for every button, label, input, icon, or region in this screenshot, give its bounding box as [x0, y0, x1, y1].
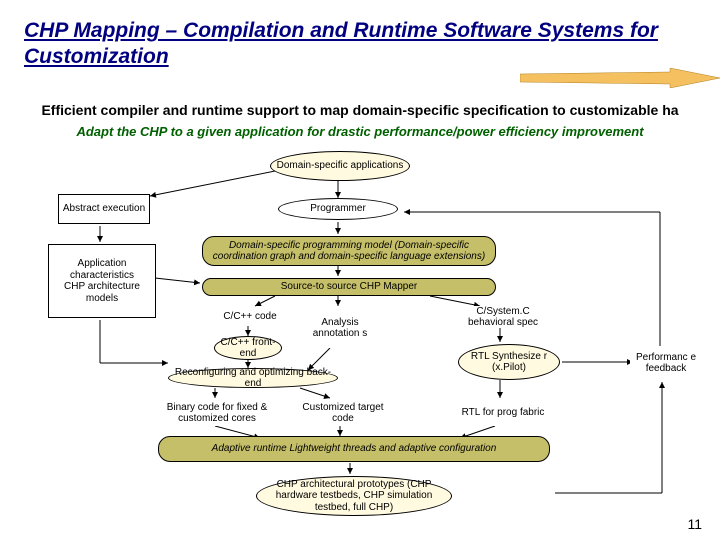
node-perf-feedback: Performanc e feedback: [630, 346, 702, 380]
node-custom-target: Customized target code: [300, 400, 386, 426]
node-app-char: Application characteristics CHP architec…: [48, 244, 156, 318]
node-rtl-prog: RTL for prog fabric: [458, 400, 548, 426]
node-behavioral: C/System.C behavioral spec: [452, 306, 554, 328]
node-abstract-exec: Abstract execution: [58, 194, 150, 224]
node-cc-frontend: C/C++ front-end: [214, 336, 282, 360]
node-analysis: Analysis annotation s: [308, 308, 372, 348]
node-binary: Binary code for fixed & customized cores: [152, 400, 282, 426]
node-prog-model: Domain-specific programming model (Domai…: [202, 236, 496, 266]
node-cc-code: C/C++ code: [210, 308, 290, 326]
node-chp-mapper: Source-to source CHP Mapper: [202, 278, 496, 296]
node-rtl-synth: RTL Synthesize r (x.Pilot): [458, 344, 560, 380]
node-programmer: Programmer: [278, 198, 398, 220]
node-prototypes: CHP architectural prototypes (CHP hardwa…: [256, 476, 452, 516]
node-backend: Reconfiguring and optimizing back-end: [168, 368, 338, 388]
decorative-arrow: [520, 68, 720, 88]
node-domain-apps: Domain-specific applications: [270, 151, 410, 181]
page-number: 11: [687, 516, 702, 532]
page-title: CHP Mapping – Compilation and Runtime So…: [0, 0, 720, 71]
subtitle-2: Adapt the CHP to a given application for…: [0, 124, 720, 139]
node-runtime: Adaptive runtime Lightweight threads and…: [158, 436, 550, 462]
subtitle-1: Efficient compiler and runtime support t…: [0, 102, 720, 118]
diagram: Domain-specific applications Abstract ex…: [0, 148, 720, 508]
